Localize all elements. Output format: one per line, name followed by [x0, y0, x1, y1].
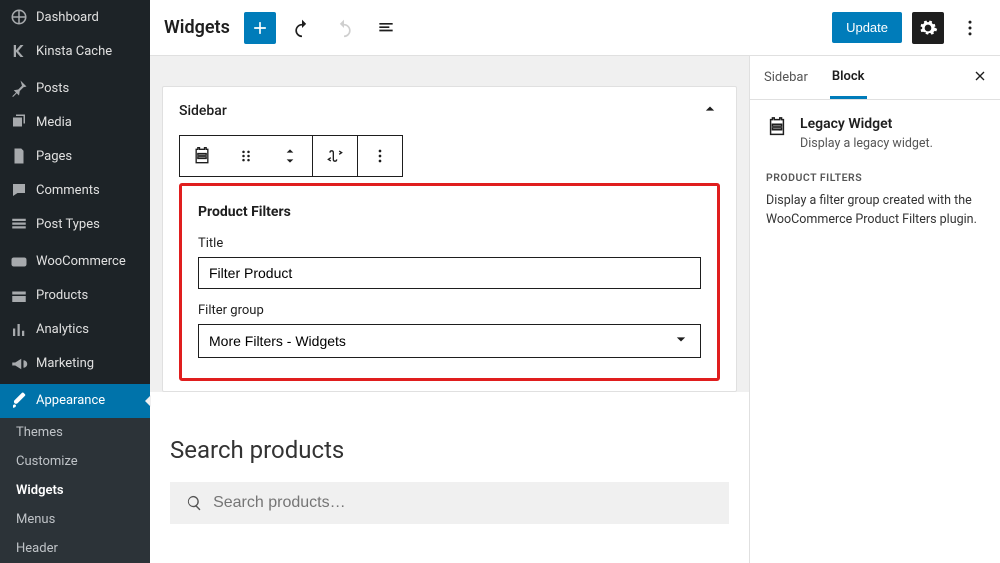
add-block-button[interactable]: [244, 12, 276, 44]
nav-label: Analytics: [36, 322, 89, 337]
search-products-block[interactable]: [170, 482, 729, 524]
nav-label: Media: [36, 115, 72, 130]
transform-button[interactable]: [312, 136, 357, 176]
nav-kinsta-cache[interactable]: Kinsta Cache: [0, 34, 150, 68]
block-toolbar: [179, 135, 403, 177]
appearance-submenu: Themes Customize Widgets Menus Header: [0, 418, 150, 563]
search-icon: [186, 494, 203, 512]
nav-post-types[interactable]: Post Types: [0, 207, 150, 241]
redo-icon: [334, 18, 354, 38]
subnav-header[interactable]: Header: [0, 534, 150, 563]
update-button[interactable]: Update: [832, 12, 902, 43]
comment-icon: [10, 181, 28, 199]
subnav-themes[interactable]: Themes: [0, 418, 150, 447]
editor-topbar: Widgets Update: [150, 0, 1000, 56]
editor-canvas: Sidebar: [150, 56, 750, 563]
nav-label: Comments: [36, 183, 100, 198]
legacy-widget-heading: Product Filters: [198, 204, 701, 220]
nav-posts[interactable]: Posts: [0, 71, 150, 105]
nav-label: Posts: [36, 81, 69, 96]
undo-button[interactable]: [286, 12, 318, 44]
admin-sidebar: Dashboard Kinsta Cache Posts Media Pages…: [0, 0, 150, 563]
nav-label: Products: [36, 288, 88, 303]
kebab-icon: [370, 146, 390, 166]
drag-handle-button[interactable]: [224, 136, 268, 176]
tab-sidebar[interactable]: Sidebar: [762, 58, 810, 97]
block-title: Legacy Widget: [800, 116, 933, 132]
widget-area-panel: Sidebar: [162, 86, 737, 392]
dashboard-icon: [10, 8, 28, 26]
close-icon: [972, 68, 988, 84]
title-label: Title: [198, 236, 701, 251]
nav-woocommerce[interactable]: WooCommerce: [0, 245, 150, 279]
nav-analytics[interactable]: Analytics: [0, 313, 150, 347]
nav-label: Appearance: [36, 393, 105, 408]
widget-area-header[interactable]: Sidebar: [163, 87, 736, 135]
nav-label: Marketing: [36, 356, 94, 371]
media-icon: [10, 113, 28, 131]
page-title: Widgets: [164, 17, 230, 38]
legacy-widget-block[interactable]: Product Filters Title Filter group More …: [179, 183, 720, 381]
nav-pages[interactable]: Pages: [0, 139, 150, 173]
pin-icon: [10, 79, 28, 97]
nav-dashboard[interactable]: Dashboard: [0, 0, 150, 34]
swap-icon: [325, 146, 345, 166]
redo-button[interactable]: [328, 12, 360, 44]
search-products-heading: Search products: [150, 408, 749, 482]
list-view-button[interactable]: [370, 12, 402, 44]
products-icon: [10, 287, 28, 305]
search-products-input[interactable]: [213, 494, 713, 512]
pages-icon: [10, 147, 28, 165]
brush-icon: [10, 392, 28, 410]
subnav-customize[interactable]: Customize: [0, 447, 150, 476]
nav-label: Kinsta Cache: [36, 44, 112, 59]
undo-icon: [292, 18, 312, 38]
block-info: Legacy Widget Display a legacy widget.: [766, 116, 984, 151]
kebab-icon: [960, 18, 980, 38]
kinsta-icon: [10, 42, 28, 60]
nav-label: Pages: [36, 149, 72, 164]
settings-tabs: Sidebar Block: [750, 56, 1000, 100]
filter-group-label: Filter group: [198, 303, 701, 318]
plus-icon: [250, 18, 270, 38]
subnav-menus[interactable]: Menus: [0, 505, 150, 534]
gear-icon: [918, 18, 938, 38]
more-options-button[interactable]: [954, 12, 986, 44]
block-type-button[interactable]: [180, 136, 224, 176]
move-buttons[interactable]: [268, 136, 312, 176]
calendar-icon: [192, 146, 212, 166]
nav-marketing[interactable]: Marketing: [0, 347, 150, 381]
subnav-widgets[interactable]: Widgets: [0, 476, 150, 505]
product-filters-heading: Product Filters: [766, 171, 984, 184]
widget-title-input[interactable]: [198, 257, 701, 289]
marketing-icon: [10, 355, 28, 373]
close-settings-button[interactable]: [972, 68, 988, 88]
post-types-icon: [10, 215, 28, 233]
drag-icon: [236, 146, 256, 166]
main-area: Widgets Update Sidebar: [150, 0, 1000, 563]
settings-sidebar: Sidebar Block Legacy Widget Display a le…: [750, 56, 1000, 563]
filter-group-select[interactable]: More Filters - Widgets: [198, 324, 701, 358]
list-view-icon: [376, 18, 396, 38]
nav-media[interactable]: Media: [0, 105, 150, 139]
nav-products[interactable]: Products: [0, 279, 150, 313]
widget-area-title: Sidebar: [179, 103, 227, 119]
nav-comments[interactable]: Comments: [0, 173, 150, 207]
woo-icon: [10, 253, 28, 271]
product-filters-description: Display a filter group created with the …: [766, 192, 984, 230]
calendar-icon: [766, 116, 788, 151]
nav-appearance[interactable]: Appearance: [0, 384, 150, 418]
nav-label: Post Types: [36, 217, 100, 232]
settings-toggle-button[interactable]: [912, 12, 944, 44]
move-up-down-icon: [280, 146, 300, 166]
block-more-button[interactable]: [357, 136, 402, 176]
block-description: Display a legacy widget.: [800, 136, 933, 151]
chevron-up-icon: [700, 99, 720, 123]
analytics-icon: [10, 321, 28, 339]
tab-block[interactable]: Block: [830, 57, 867, 99]
nav-label: Dashboard: [36, 10, 99, 25]
nav-label: WooCommerce: [36, 254, 126, 269]
